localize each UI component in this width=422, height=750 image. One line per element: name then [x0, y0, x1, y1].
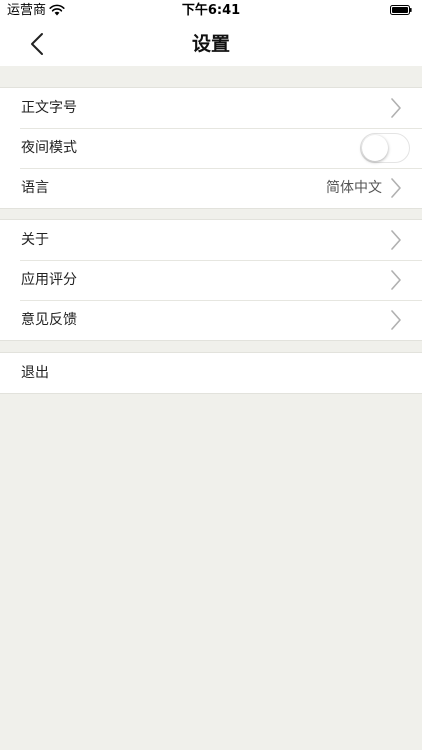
row-about[interactable]: 关于 — [0, 220, 422, 260]
row-label: 正文字号 — [21, 100, 77, 116]
nav-bar: 设置 — [0, 22, 422, 66]
row-language[interactable]: 语言 简体中文 — [0, 168, 422, 208]
night-mode-toggle[interactable] — [360, 133, 410, 163]
settings-group-info: 关于 应用评分 意见反馈 — [0, 219, 422, 341]
toggle-knob — [362, 135, 388, 161]
clock: 下午6:41 — [181, 3, 241, 18]
row-font-size[interactable]: 正文字号 — [0, 88, 422, 128]
row-label: 关于 — [21, 232, 49, 248]
status-bar: 运营商 下午6:41 — [0, 0, 422, 22]
language-value: 简体中文 — [326, 180, 382, 196]
row-label: 意见反馈 — [21, 312, 77, 328]
row-feedback[interactable]: 意见反馈 — [0, 300, 422, 340]
back-button[interactable] — [24, 30, 52, 58]
chevron-right-icon — [391, 310, 401, 330]
row-label: 应用评分 — [21, 272, 77, 288]
row-rate-app[interactable]: 应用评分 — [0, 260, 422, 300]
chevron-right-icon — [391, 98, 401, 118]
chevron-right-icon — [391, 178, 401, 198]
row-label: 夜间模式 — [21, 140, 77, 156]
settings-group-account: 退出 — [0, 352, 422, 394]
chevron-right-icon — [391, 270, 401, 290]
chevron-right-icon — [391, 230, 401, 250]
row-label: 语言 — [21, 180, 49, 196]
row-logout[interactable]: 退出 — [0, 353, 422, 393]
logout-label: 退出 — [21, 365, 49, 381]
row-night-mode: 夜间模式 — [0, 128, 422, 168]
battery-icon — [390, 5, 412, 15]
settings-group-display: 正文字号 夜间模式 语言 简体中文 — [0, 87, 422, 209]
page-title: 设置 — [191, 33, 230, 55]
